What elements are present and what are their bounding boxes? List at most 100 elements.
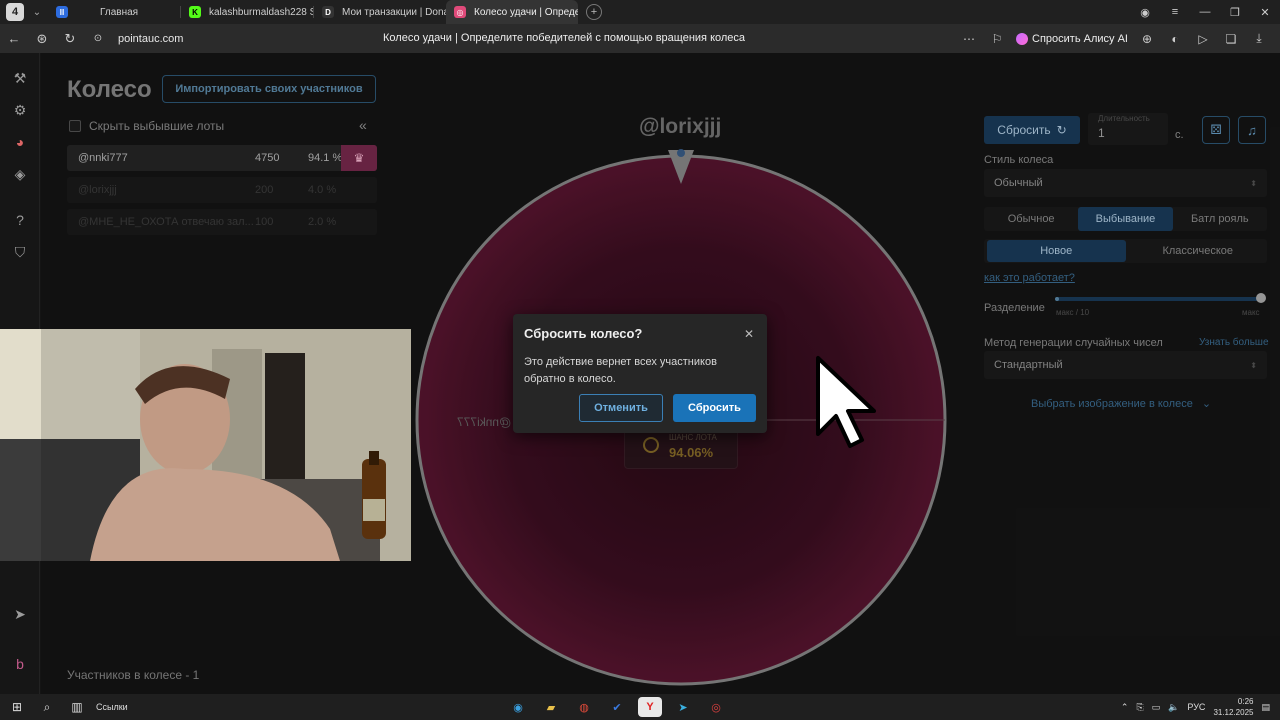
tab-kick[interactable]: K kalashburmaldash228 Stre (181, 0, 313, 24)
telegram-icon[interactable]: ➤ (11, 605, 29, 623)
minimize-icon[interactable]: — (1190, 6, 1220, 18)
how-it-works-link[interactable]: как это работает? (984, 272, 1075, 284)
download-icon[interactable]: ⤓ (1250, 31, 1268, 46)
clock-time: 0:26 (1237, 697, 1254, 706)
collections-icon[interactable]: ❏ (1222, 32, 1240, 46)
check-app-icon[interactable]: ✔ (605, 697, 629, 717)
yandex-browser-icon[interactable]: Y (638, 697, 662, 717)
site-info-icon[interactable]: ⊙ (84, 33, 112, 44)
menu-icon[interactable]: ≡ (1160, 6, 1190, 18)
page-title-in-bar: Колесо удачи | Определите победителей с … (383, 32, 746, 44)
folder-icon[interactable]: ▰ (539, 697, 563, 717)
task-view-icon[interactable]: ▥ (62, 700, 92, 714)
system-tray: ⌃ ⎘ ▭ 🔈 РУС 0:26 31.12.2025 ▤ (1121, 694, 1270, 720)
usb-icon[interactable]: ⎘ (1136, 702, 1143, 713)
rng-select[interactable]: Стандартный ⬍ (984, 351, 1267, 379)
boosty-icon[interactable]: b (11, 655, 29, 673)
wheel-pointer-dot (677, 149, 685, 157)
language-indicator[interactable]: РУС (1187, 702, 1205, 712)
telegram-taskbar-icon[interactable]: ➤ (671, 697, 695, 717)
page-title: Колесо (67, 76, 152, 103)
split-slider-handle[interactable] (1256, 293, 1266, 303)
search-icon[interactable]: ⌕ (32, 700, 62, 715)
bookmark-icon[interactable]: ⚐ (988, 32, 1006, 46)
more-icon[interactable]: ⋯ (960, 32, 978, 46)
tab-wheel[interactable]: ◎ Колесо удачи | Определ ✕ (446, 0, 578, 24)
reload-icon[interactable]: ↻ (56, 31, 84, 47)
mode-segmented: Обычное Выбывание Батл рояль (984, 207, 1267, 231)
lot-amount: 100 (255, 216, 274, 228)
refresh-icon: ↻ (1056, 123, 1067, 137)
windows-start-icon[interactable]: ⊞ (2, 700, 32, 714)
collapse-icon[interactable]: « (359, 117, 367, 133)
randomize-icon[interactable]: ⚄ (1202, 116, 1230, 144)
rng-value: Стандартный (994, 359, 1063, 371)
chevron-down-icon: ⌄ (1201, 398, 1212, 410)
close-window-icon[interactable]: ✕ (1250, 6, 1280, 19)
mode-battle-royale[interactable]: Батл рояль (1173, 207, 1267, 231)
tab-label: kalashburmaldash228 Stre (209, 6, 313, 18)
mode-elimination[interactable]: Выбывание (1078, 207, 1173, 231)
protect-icon[interactable]: ⊛ (28, 31, 56, 47)
variant-classic[interactable]: Классическое (1129, 239, 1268, 263)
clock-date: 31.12.2025 (1213, 708, 1254, 717)
clock[interactable]: 0:26 31.12.2025 (1213, 696, 1253, 718)
split-min-label: макс / 10 (1056, 308, 1090, 317)
url-text[interactable]: pointauc.com (118, 33, 183, 45)
current-winner-name: @lorixjjj (639, 115, 722, 138)
profile-icon[interactable]: ◉ (1130, 6, 1160, 19)
gavel-icon[interactable]: ⚒ (11, 69, 29, 87)
alice-icon (1016, 32, 1029, 45)
variant-new[interactable]: Новое (987, 240, 1126, 262)
hide-eliminated-toggle[interactable]: Скрыть выбывшие лоты (69, 119, 224, 133)
confirm-reset-button[interactable]: Сбросить (673, 394, 756, 422)
close-icon[interactable]: ✕ (744, 327, 754, 341)
help-icon[interactable]: ? (11, 211, 29, 229)
target-icon (643, 437, 659, 453)
lot-action-icon[interactable]: ♛ (341, 145, 377, 171)
choose-image-button[interactable]: Выбрать изображение в колесе ⌄ (1031, 397, 1211, 410)
chevron-down-icon[interactable]: ⌄ (30, 3, 44, 21)
mode-normal[interactable]: Обычное (984, 207, 1078, 231)
cancel-button[interactable]: Отменить (579, 394, 663, 422)
tab-counter[interactable]: 4 (6, 3, 24, 21)
reset-wheel-button[interactable]: Сбросить ↻ (984, 116, 1080, 144)
extension-icon[interactable]: ◐ (1166, 32, 1184, 46)
split-slider-track[interactable] (1056, 297, 1261, 301)
network-icon[interactable]: ▭ (1152, 702, 1161, 713)
hide-eliminated-checkbox[interactable] (69, 120, 81, 132)
seconds-suffix: с. (1175, 129, 1184, 141)
translate-icon[interactable]: ⊕ (1138, 32, 1156, 46)
obs-icon[interactable]: ◎ (704, 697, 728, 717)
lot-row[interactable]: @lorixjjj 200 4.0 % (67, 177, 377, 203)
music-icon[interactable]: ♫ (1238, 116, 1266, 144)
lot-row[interactable]: @nnki777 4750 94.1 % ♛ (67, 145, 377, 171)
volume-icon[interactable]: 🔈 (1168, 702, 1179, 713)
tab-main[interactable]: II Главная (48, 0, 180, 24)
participants-count: Участников в колесе - 1 (67, 668, 200, 682)
alice-button[interactable]: Спросить Алису AI (1016, 32, 1128, 45)
edge-icon[interactable]: ◉ (506, 697, 530, 717)
chrome-icon[interactable]: ◍ (572, 697, 596, 717)
wheel-nav-icon[interactable]: ◕ (11, 133, 29, 151)
wheel-style-select[interactable]: Обычный ⬍ (984, 169, 1267, 197)
import-participants-button[interactable]: Импортировать своих участников (162, 75, 376, 103)
duration-input[interactable]: Длительность 1 (1088, 113, 1168, 145)
shield-icon[interactable]: ⛉ (11, 243, 29, 261)
links-label[interactable]: Ссылки (96, 702, 128, 712)
new-tab-icon[interactable]: + (586, 4, 602, 20)
tab-label: Мои транзакции | Donate (342, 6, 446, 18)
split-slider-min-dot (1055, 297, 1059, 301)
tray-chevron-icon[interactable]: ⌃ (1121, 702, 1129, 713)
maximize-icon[interactable]: ❐ (1220, 6, 1250, 19)
tab-donate[interactable]: D Мои транзакции | Donate (314, 0, 446, 24)
learn-more-link[interactable]: Узнать больше (1199, 337, 1269, 348)
gear-icon[interactable]: ⚙ (11, 101, 29, 119)
lot-row[interactable]: @МНЕ_НЕ_ОХОТА отвечаю зал... 100 2.0 % (67, 209, 377, 235)
layers-icon[interactable]: ◈ (11, 165, 29, 183)
duration-label: Длительность (1098, 114, 1150, 123)
notifications-icon[interactable]: ▤ (1261, 702, 1270, 713)
back-icon[interactable]: ← (0, 31, 28, 46)
media-icon[interactable]: ▷ (1194, 32, 1212, 46)
tab-favicon-icon: II (56, 6, 68, 18)
